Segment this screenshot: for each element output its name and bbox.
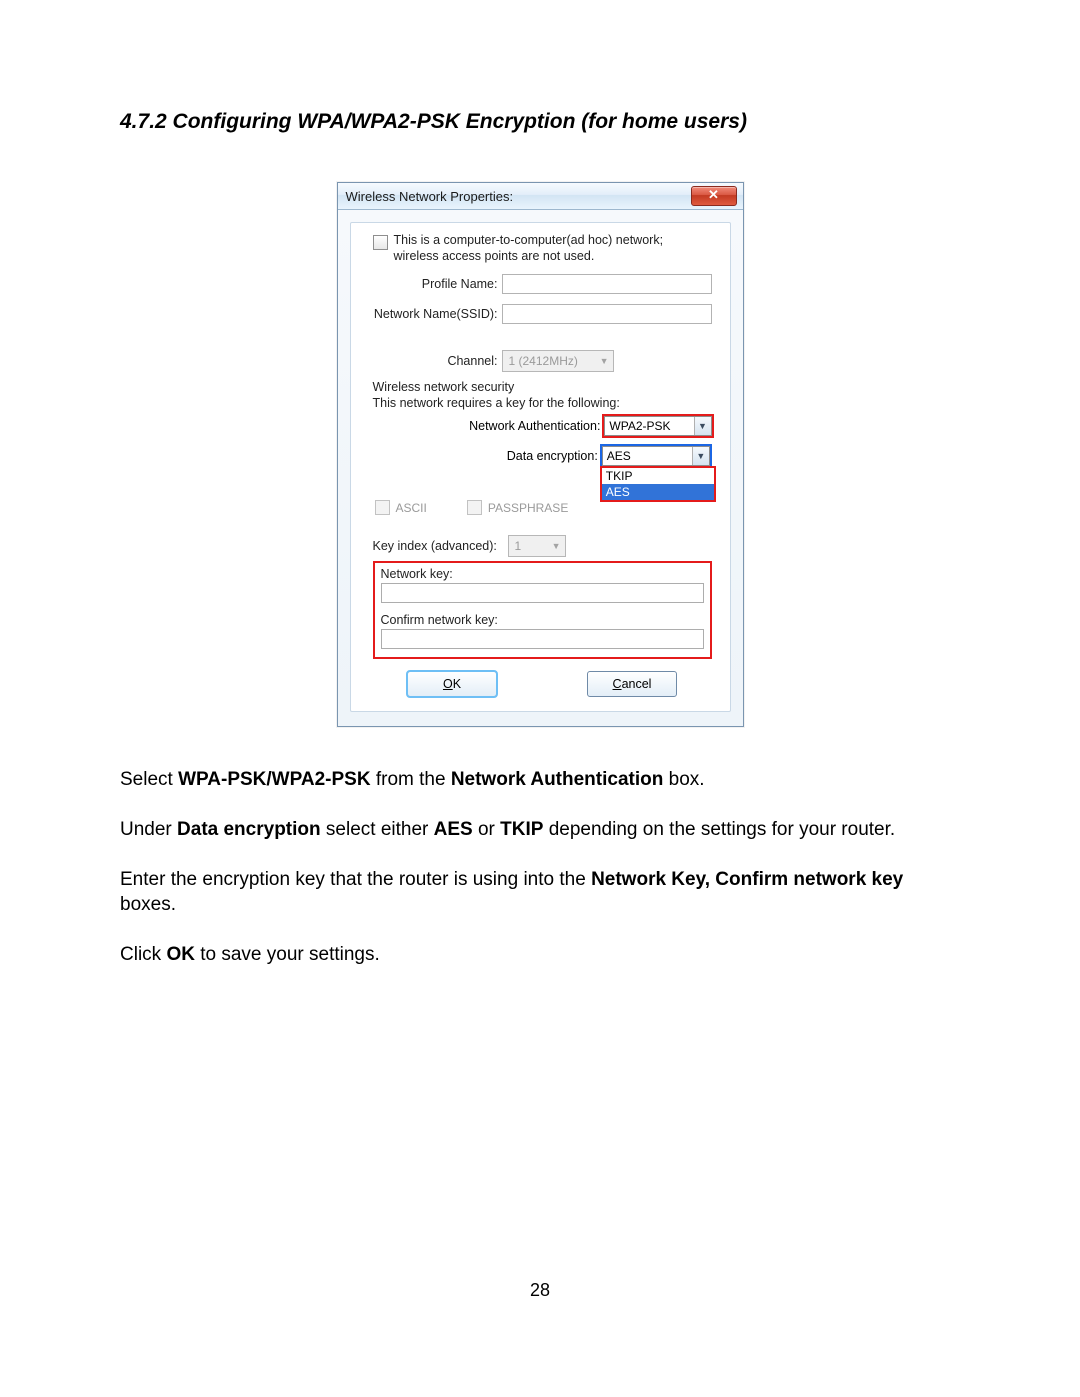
dialog-fieldset: This is a computer-to-computer(ad hoc) n… [350,222,731,712]
confirm-key-input[interactable] [381,629,704,649]
encryption-dropdown-list: TKIP AES [600,466,716,502]
network-authentication-select[interactable]: WPA2-PSK ▼ [604,416,711,436]
chevron-down-icon: ▼ [698,421,707,431]
instruction-paragraph-1: Select WPA-PSK/WPA2-PSK from the Network… [120,767,960,793]
profile-name-label: Profile Name: [373,277,502,291]
dialog-titlebar: Wireless Network Properties: ✕ [338,183,743,210]
ok-label-first: O [443,677,453,691]
keyindex-value: 1 [515,539,522,553]
encryption-option-aes[interactable]: AES [602,484,714,500]
close-button[interactable]: ✕ [691,186,737,206]
data-encryption-select[interactable]: AES ▼ [602,446,710,466]
page-number: 28 [530,1280,550,1301]
auth-value: WPA2-PSK [609,419,670,433]
wireless-properties-dialog: Wireless Network Properties: ✕ This is a… [337,182,744,727]
instruction-paragraph-4: Click OK to save your settings. [120,942,960,968]
security-section-label: Wireless network security [373,380,712,394]
ok-button[interactable]: OK [407,671,497,697]
security-note: This network requires a key for the foll… [373,396,712,410]
keyindex-label: Key index (advanced): [373,539,508,553]
network-key-input[interactable] [381,583,704,603]
auth-label: Network Authentication: [373,419,605,433]
confirm-key-label: Confirm network key: [381,613,704,627]
instruction-paragraph-3: Enter the encryption key that the router… [120,867,960,918]
adhoc-checkbox[interactable] [373,235,388,250]
dialog-title: Wireless Network Properties: [346,189,514,204]
ssid-label: Network Name(SSID): [373,307,502,321]
encryption-option-tkip[interactable]: TKIP [602,468,714,484]
dialog-body: This is a computer-to-computer(ad hoc) n… [338,210,743,726]
instruction-paragraph-2: Under Data encryption select either AES … [120,817,960,843]
network-key-label: Network key: [381,567,704,581]
ssid-input[interactable] [502,304,712,324]
encryption-label: Data encryption: [373,449,602,463]
ascii-checkbox [375,500,390,515]
chevron-down-icon: ▼ [600,356,609,366]
adhoc-label: This is a computer-to-computer(ad hoc) n… [394,233,712,264]
cancel-button[interactable]: Cancel [587,671,677,697]
section-heading: 4.7.2 Configuring WPA/WPA2-PSK Encryptio… [120,110,960,134]
ascii-label: ASCII [396,501,427,515]
chevron-down-icon: ▼ [696,451,705,461]
cancel-label-first: C [613,677,622,691]
channel-select: 1 (2412MHz) ▼ [502,350,614,372]
encryption-value: AES [607,449,631,463]
channel-label: Channel: [373,354,502,368]
channel-value: 1 (2412MHz) [509,354,578,368]
chevron-down-icon: ▼ [552,541,561,551]
passphrase-label: PASSPHRASE [488,501,568,515]
profile-name-input[interactable] [502,274,712,294]
passphrase-checkbox [467,500,482,515]
keyindex-select: 1 ▼ [508,535,566,557]
